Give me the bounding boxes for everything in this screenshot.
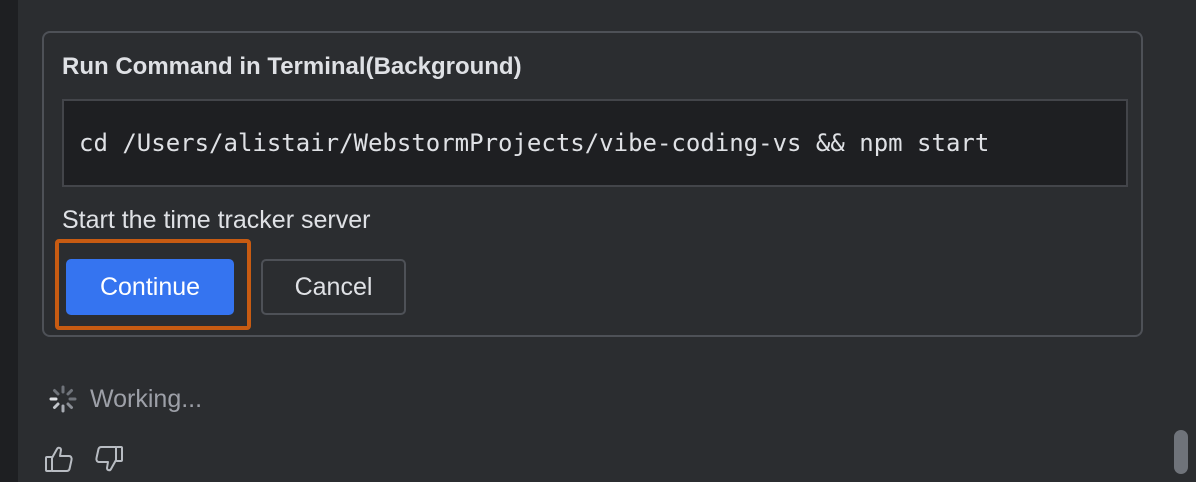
feedback-bar [44,442,124,476]
thumbs-down-icon[interactable] [94,444,124,474]
working-text: Working... [90,384,203,413]
command-description: Start the time tracker server [62,206,371,234]
working-status: Working... [48,383,202,415]
card-title: Run Command in Terminal(Background) [62,53,522,80]
left-edge-strip [0,0,18,482]
command-box: cd /Users/alistair/WebstormProjects/vibe… [62,99,1128,187]
spinner-icon [49,385,77,413]
continue-button[interactable]: Continue [66,259,234,315]
command-text: cd /Users/alistair/WebstormProjects/vibe… [79,129,990,157]
thumbs-up-icon[interactable] [44,444,74,474]
scrollbar-thumb[interactable] [1174,430,1188,474]
cancel-button[interactable]: Cancel [261,259,406,315]
command-approval-card: Run Command in Terminal(Background) cd /… [42,31,1143,337]
